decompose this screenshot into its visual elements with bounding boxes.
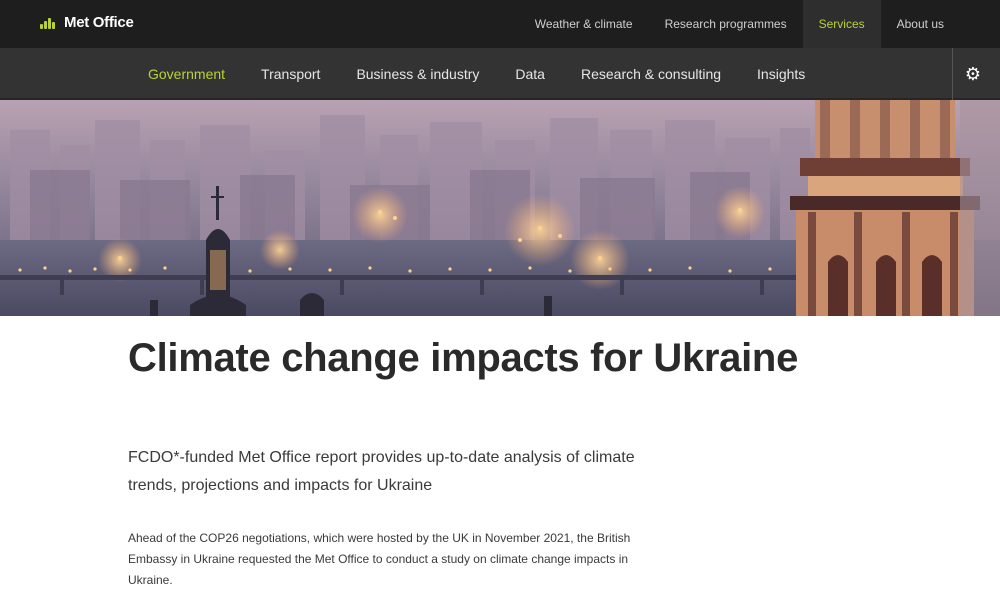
main-nav-items: Government Transport Business & industry… [130, 48, 823, 100]
top-links: Weather & climate Research programmes Se… [519, 0, 960, 48]
met-office-logo[interactable]: Met Office [40, 14, 134, 31]
nav-item-business-industry[interactable]: Business & industry [338, 66, 497, 82]
nav-item-transport[interactable]: Transport [243, 66, 338, 82]
kyiv-cityscape-image [0, 100, 1000, 316]
nav-divider [952, 48, 953, 100]
top-link-about-us[interactable]: About us [881, 0, 960, 48]
gear-icon[interactable]: ⚙ [963, 64, 983, 84]
hero-image [0, 100, 1000, 316]
nav-item-research-consulting[interactable]: Research & consulting [563, 66, 739, 82]
logo-text: Met Office [64, 14, 134, 31]
top-link-research-programmes[interactable]: Research programmes [649, 0, 803, 48]
article-intro: FCDO*-funded Met Office report provides … [128, 449, 635, 494]
nav-item-government[interactable]: Government [130, 66, 243, 82]
nav-item-data[interactable]: Data [497, 66, 563, 82]
top-link-services[interactable]: Services [802, 0, 881, 48]
page-title: Climate change impacts for Ukraine [128, 336, 799, 380]
article-body: Ahead of the COP26 negotiations, which w… [128, 531, 631, 587]
top-link-weather-climate[interactable]: Weather & climate [519, 0, 649, 48]
main-nav: Government Transport Business & industry… [0, 48, 1000, 100]
logo-icon [40, 17, 58, 29]
nav-item-insights[interactable]: Insights [739, 66, 823, 82]
top-bar: Met Office Weather & climate Research pr… [0, 0, 1000, 48]
